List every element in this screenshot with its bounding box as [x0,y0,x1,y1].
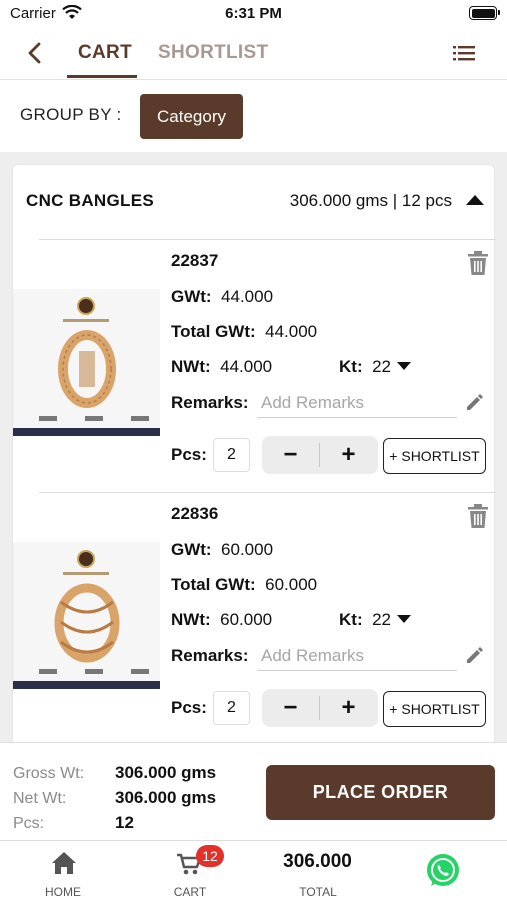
bangle-icon [58,330,116,408]
category-title: CNC BANGLES [26,191,154,210]
gwt-row: GWt: 60.000 [171,540,274,559]
group-by-bar: GROUP BY : Category [0,80,507,152]
add-to-shortlist-button[interactable]: + SHORTLIST [383,691,486,727]
kt-selector[interactable]: Kt: 22 [339,610,411,630]
clock: 6:31 PM [225,5,282,22]
order-summary: Gross Wt: 306.000 gms Net Wt: 306.000 gms … [0,742,507,840]
gwt-value: 60.000 [221,540,274,559]
cart-badge: 12 [196,845,224,867]
tab-home-label: HOME [45,885,81,899]
category-summary: 306.000 gms | 12 pcs [289,191,452,210]
remarks-input[interactable] [257,641,457,671]
gross-wt-row: Gross Wt: 306.000 gms [13,763,216,783]
gwt-row: GWt: 44.000 [171,287,274,306]
total-gwt-value: 60.000 [265,575,318,594]
tab-cart-bottom[interactable]: CART [140,841,240,900]
tab-shortlist[interactable]: SHORTLIST [158,42,268,64]
nwt-value: 60.000 [220,610,273,629]
cart-item: 22836 GWt: 60.000 Total GWt: 60.000 NWt:… [13,492,496,742]
pcs-label: Pcs: [171,698,207,717]
group-by-category-button[interactable]: Category [140,94,243,139]
tab-total-label: TOTAL [299,885,337,899]
total-gwt-row: Total GWt: 60.000 [171,575,318,594]
kt-value: 22 [372,357,391,376]
nwt-row: NWt: 60.000 [171,610,273,629]
tab-home[interactable]: HOME [13,841,113,900]
total-gwt-row: Total GWt: 44.000 [171,322,318,341]
group-by-label: GROUP BY : [20,105,122,124]
tab-cart-label: CART [173,885,207,899]
tab-cart[interactable]: CART [78,42,132,64]
place-order-button[interactable]: PLACE ORDER [266,765,495,820]
total-gwt-value: 44.000 [265,322,318,341]
gross-wt-value: 306.000 gms [115,763,217,782]
category-header[interactable]: CNC BANGLES 306.000 gms | 12 pcs [13,165,496,239]
net-wt-row: Net Wt: 306.000 gms [13,788,216,808]
cart-list[interactable]: CNC BANGLES 306.000 gms | 12 pcs 22837 G… [0,152,507,742]
chevron-down-icon [396,615,411,623]
trash-icon[interactable] [468,504,488,528]
menu-icon[interactable] [453,44,475,62]
product-image[interactable] [13,289,160,436]
kt-selector[interactable]: Kt: 22 [339,357,411,377]
nwt-value: 44.000 [220,357,273,376]
pcs-row: Pcs: 12 [13,813,134,833]
bangle-icon [54,583,120,663]
item-divider [39,492,496,493]
remarks-label: Remarks: [171,646,249,665]
decrement-button[interactable]: − [262,689,319,727]
chevron-down-icon [396,362,411,370]
design-code: 22836 [171,504,219,523]
bottom-tab-bar: HOME CART 12 306.000 TOTAL [0,840,507,900]
quantity-stepper: − + [262,436,378,474]
cart-item: 22837 GWt: 44.000 Total GWt: 44.000 NWt:… [13,239,496,492]
product-image[interactable] [13,542,160,689]
whatsapp-icon[interactable] [425,853,461,889]
kt-value: 22 [372,610,391,629]
back-icon[interactable] [22,40,48,66]
trash-icon[interactable] [468,251,488,275]
nwt-row: NWt: 44.000 [171,357,273,376]
pcs-value[interactable]: 2 [213,691,250,725]
edit-icon[interactable] [464,393,484,413]
home-icon [52,852,76,874]
nav-header: CART SHORTLIST [0,28,507,80]
quantity-stepper: − + [262,689,378,727]
battery-icon [469,6,500,20]
gross-wt-label: Gross Wt: [13,765,85,782]
brand-logo-icon [77,550,95,568]
status-bar: Carrier 6:31 PM [0,0,507,28]
pcs-total-label: Pcs: [13,815,45,832]
design-code: 22837 [171,251,219,270]
item-divider [39,239,496,240]
pcs-label: Pcs: [171,445,207,464]
tab-total[interactable]: TOTAL [268,841,368,900]
net-wt-label: Net Wt: [13,790,67,807]
pcs-total-value: 12 [115,813,134,832]
increment-button[interactable]: + [320,436,377,474]
active-tab-indicator [67,75,137,78]
net-wt-value: 306.000 gms [115,788,217,807]
category-card: CNC BANGLES 306.000 gms | 12 pcs 22837 G… [12,164,496,742]
increment-button[interactable]: + [320,689,377,727]
add-to-shortlist-button[interactable]: + SHORTLIST [383,438,486,474]
brand-logo-icon [77,297,95,315]
pcs-value[interactable]: 2 [213,438,250,472]
collapse-icon[interactable] [466,195,484,205]
remarks-label: Remarks: [171,393,249,412]
remarks-input[interactable] [257,388,457,418]
decrement-button[interactable]: − [262,436,319,474]
gwt-value: 44.000 [221,287,274,306]
edit-icon[interactable] [464,646,484,666]
